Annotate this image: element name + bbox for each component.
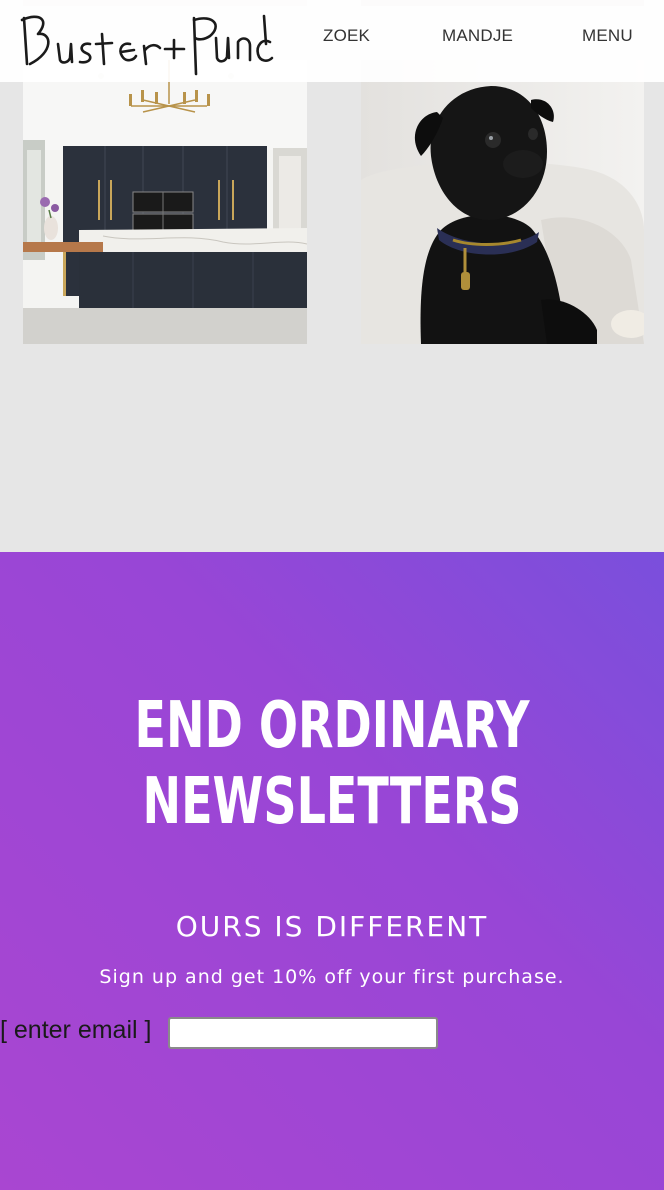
email-input[interactable] bbox=[168, 1017, 438, 1049]
kitchen-photo bbox=[23, 60, 307, 344]
newsletter-headline-line1: END ORDINARY bbox=[134, 689, 530, 763]
newsletter-headline: END ORDINARY NEWSLETTERS bbox=[93, 688, 571, 840]
site-header: ZOEK MANDJE MENU bbox=[0, 0, 664, 82]
nav-cart-link[interactable]: MANDJE bbox=[442, 26, 513, 46]
newsletter-description: Sign up and get 10% off your first purch… bbox=[99, 966, 565, 988]
nav-search-link[interactable]: ZOEK bbox=[323, 26, 370, 46]
brand-logo[interactable] bbox=[18, 8, 274, 78]
kitchen-image-tile[interactable] bbox=[23, 60, 307, 344]
pug-image-tile[interactable] bbox=[361, 60, 644, 344]
email-label: [ enter email ] bbox=[0, 1016, 152, 1044]
nav-menu-button[interactable]: MENU bbox=[582, 26, 633, 46]
pug-photo bbox=[361, 60, 644, 344]
brand-logo-script bbox=[20, 14, 274, 76]
newsletter-section: END ORDINARY NEWSLETTERS OURS IS DIFFERE… bbox=[0, 552, 664, 1190]
newsletter-headline-line2: NEWSLETTERS bbox=[142, 765, 522, 839]
newsletter-subheading: OURS IS DIFFERENT bbox=[175, 910, 489, 943]
